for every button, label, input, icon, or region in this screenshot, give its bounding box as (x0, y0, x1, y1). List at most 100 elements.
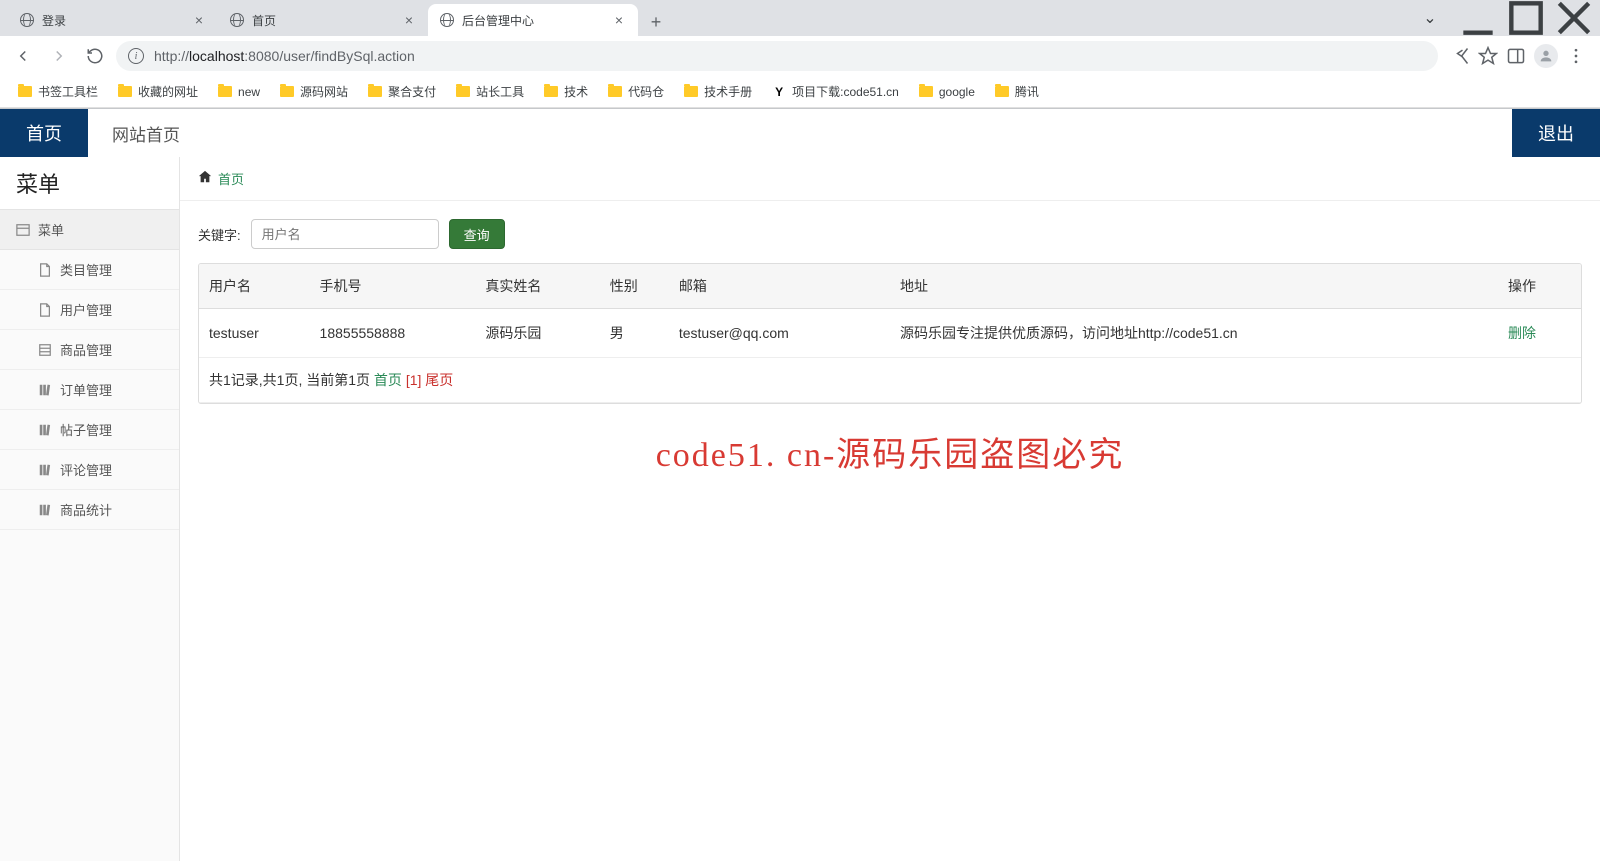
query-button[interactable]: 查询 (449, 219, 505, 249)
window-minimize-icon[interactable] (1456, 3, 1500, 33)
cell-username: testuser (199, 309, 310, 358)
globe-icon (230, 13, 244, 27)
window-close-icon[interactable] (1552, 3, 1596, 33)
cell-realname: 源码乐园 (475, 309, 599, 358)
sidebar-title: 菜单 (0, 157, 179, 209)
nav-back-icon[interactable] (8, 41, 38, 71)
folder-icon (608, 86, 622, 97)
cell-phone: 18855558888 (310, 309, 476, 358)
sidebar-item-user[interactable]: 用户管理 (0, 290, 179, 330)
browser-tab[interactable]: 登录 × (8, 4, 218, 36)
home-icon (198, 170, 212, 187)
window-maximize-icon[interactable] (1504, 3, 1548, 33)
folder-icon (995, 86, 1009, 97)
tab-title: 后台管理中心 (462, 12, 604, 29)
pager-first-link[interactable]: 首页 (374, 372, 402, 388)
tab-close-icon[interactable]: × (612, 13, 626, 27)
user-table: 用户名 手机号 真实姓名 性别 邮箱 地址 操作 testuser 188555 (198, 263, 1582, 404)
file-icon (38, 263, 52, 277)
address-bar[interactable]: i http://localhost:8080/user/findBySql.a… (116, 41, 1438, 71)
sidebar-item-product[interactable]: 商品管理 (0, 330, 179, 370)
bookmark-item[interactable]: google (911, 81, 983, 103)
app-header: 首页 网站首页 退出 (0, 109, 1600, 157)
tabs-dropdown-icon[interactable]: ⌄ (1408, 3, 1452, 33)
toolbar-right (1444, 44, 1592, 68)
folder-icon (456, 86, 470, 97)
bookmark-item[interactable]: Y项目下载:code51.cn (764, 79, 907, 104)
th-email: 邮箱 (669, 264, 890, 309)
bookmark-item[interactable]: 书签工具栏 (10, 79, 106, 104)
url-text: http://localhost:8080/user/findBySql.act… (154, 48, 1426, 64)
search-input[interactable] (251, 219, 439, 249)
bookmark-item[interactable]: 源码网站 (272, 79, 356, 104)
delete-link[interactable]: 删除 (1508, 325, 1536, 341)
bookmark-item[interactable]: 代码仓 (600, 79, 672, 104)
book-icon (38, 463, 52, 477)
side-panel-icon[interactable] (1506, 46, 1526, 66)
th-username: 用户名 (199, 264, 310, 309)
browser-tab[interactable]: 首页 × (218, 4, 428, 36)
nav-forward-icon[interactable] (44, 41, 74, 71)
sidebar-item-order[interactable]: 订单管理 (0, 370, 179, 410)
book-icon (38, 503, 52, 517)
cell-email: testuser@qq.com (669, 309, 890, 358)
pager-summary: 共1记录,共1页, 当前第1页 (209, 372, 370, 388)
tab-strip: 登录 × 首页 × 后台管理中心 × + ⌄ (0, 0, 1600, 36)
book-icon (38, 383, 52, 397)
folder-icon (919, 86, 933, 97)
site-info-icon[interactable]: i (128, 48, 144, 64)
list-icon (38, 343, 52, 357)
bookmark-star-icon[interactable] (1478, 46, 1498, 66)
main-content: 首页 关键字: 查询 用户名 手机号 真实姓名 性别 邮箱 (180, 157, 1600, 861)
bookmark-item[interactable]: 技术手册 (676, 79, 760, 104)
sidebar-item-comment[interactable]: 评论管理 (0, 450, 179, 490)
pager-last-link[interactable]: 尾页 (425, 372, 453, 388)
th-realname: 真实姓名 (475, 264, 599, 309)
cell-gender: 男 (600, 309, 669, 358)
bookmark-item[interactable]: 站长工具 (448, 79, 532, 104)
bookmark-item[interactable]: new (210, 81, 268, 103)
nav-reload-icon[interactable] (80, 41, 110, 71)
bookmark-item[interactable]: 收藏的网址 (110, 79, 206, 104)
search-row: 关键字: 查询 (180, 201, 1600, 263)
book-icon (38, 423, 52, 437)
sidebar-group-menu[interactable]: 菜单 (0, 209, 179, 250)
bookmarks-bar: 书签工具栏 收藏的网址 new 源码网站 聚合支付 站长工具 技术 代码仓 技术… (0, 76, 1600, 108)
folder-icon (118, 86, 132, 97)
tab-title: 登录 (42, 12, 184, 29)
breadcrumb-home-link[interactable]: 首页 (218, 169, 244, 188)
th-gender: 性别 (600, 264, 669, 309)
search-label: 关键字: (198, 225, 241, 244)
browser-toolbar: i http://localhost:8080/user/findBySql.a… (0, 36, 1600, 76)
tab-close-icon[interactable]: × (402, 13, 416, 27)
globe-icon (20, 13, 34, 27)
cell-action: 删除 (1498, 309, 1581, 358)
profile-avatar-icon[interactable] (1534, 44, 1558, 68)
bookmark-item[interactable]: 聚合支付 (360, 79, 444, 104)
folder-icon (18, 86, 32, 97)
breadcrumb: 首页 (180, 157, 1600, 201)
sidebar-item-category[interactable]: 类目管理 (0, 250, 179, 290)
browser-chrome: 登录 × 首页 × 后台管理中心 × + ⌄ i http://localhos… (0, 0, 1600, 109)
header-home-tab[interactable]: 首页 (0, 109, 88, 157)
tab-close-icon[interactable]: × (192, 13, 206, 27)
window-controls: ⌄ (1408, 0, 1600, 36)
bookmark-item[interactable]: 技术 (536, 79, 596, 104)
cell-address: 源码乐园专注提供优质源码，访问地址http://code51.cn (890, 309, 1498, 358)
kebab-menu-icon[interactable] (1566, 46, 1586, 66)
sidebar: 菜单 菜单 类目管理 用户管理 商品管理 订单管理 帖子管理 评论管理 商品统计 (0, 157, 180, 861)
share-icon[interactable] (1450, 46, 1470, 66)
file-icon (38, 303, 52, 317)
tab-title: 首页 (252, 12, 394, 29)
new-tab-button[interactable]: + (642, 8, 670, 36)
bookmark-item[interactable]: 腾讯 (987, 79, 1047, 104)
header-site-home[interactable]: 网站首页 (88, 109, 204, 157)
sidebar-item-stats[interactable]: 商品统计 (0, 490, 179, 530)
logout-button[interactable]: 退出 (1512, 109, 1600, 157)
pager-current: [1] (406, 372, 422, 388)
sidebar-item-post[interactable]: 帖子管理 (0, 410, 179, 450)
folder-icon (218, 86, 232, 97)
pager-row: 共1记录,共1页, 当前第1页 首页 [1] 尾页 (199, 358, 1581, 403)
th-action: 操作 (1498, 264, 1581, 309)
browser-tab-active[interactable]: 后台管理中心 × (428, 4, 638, 36)
